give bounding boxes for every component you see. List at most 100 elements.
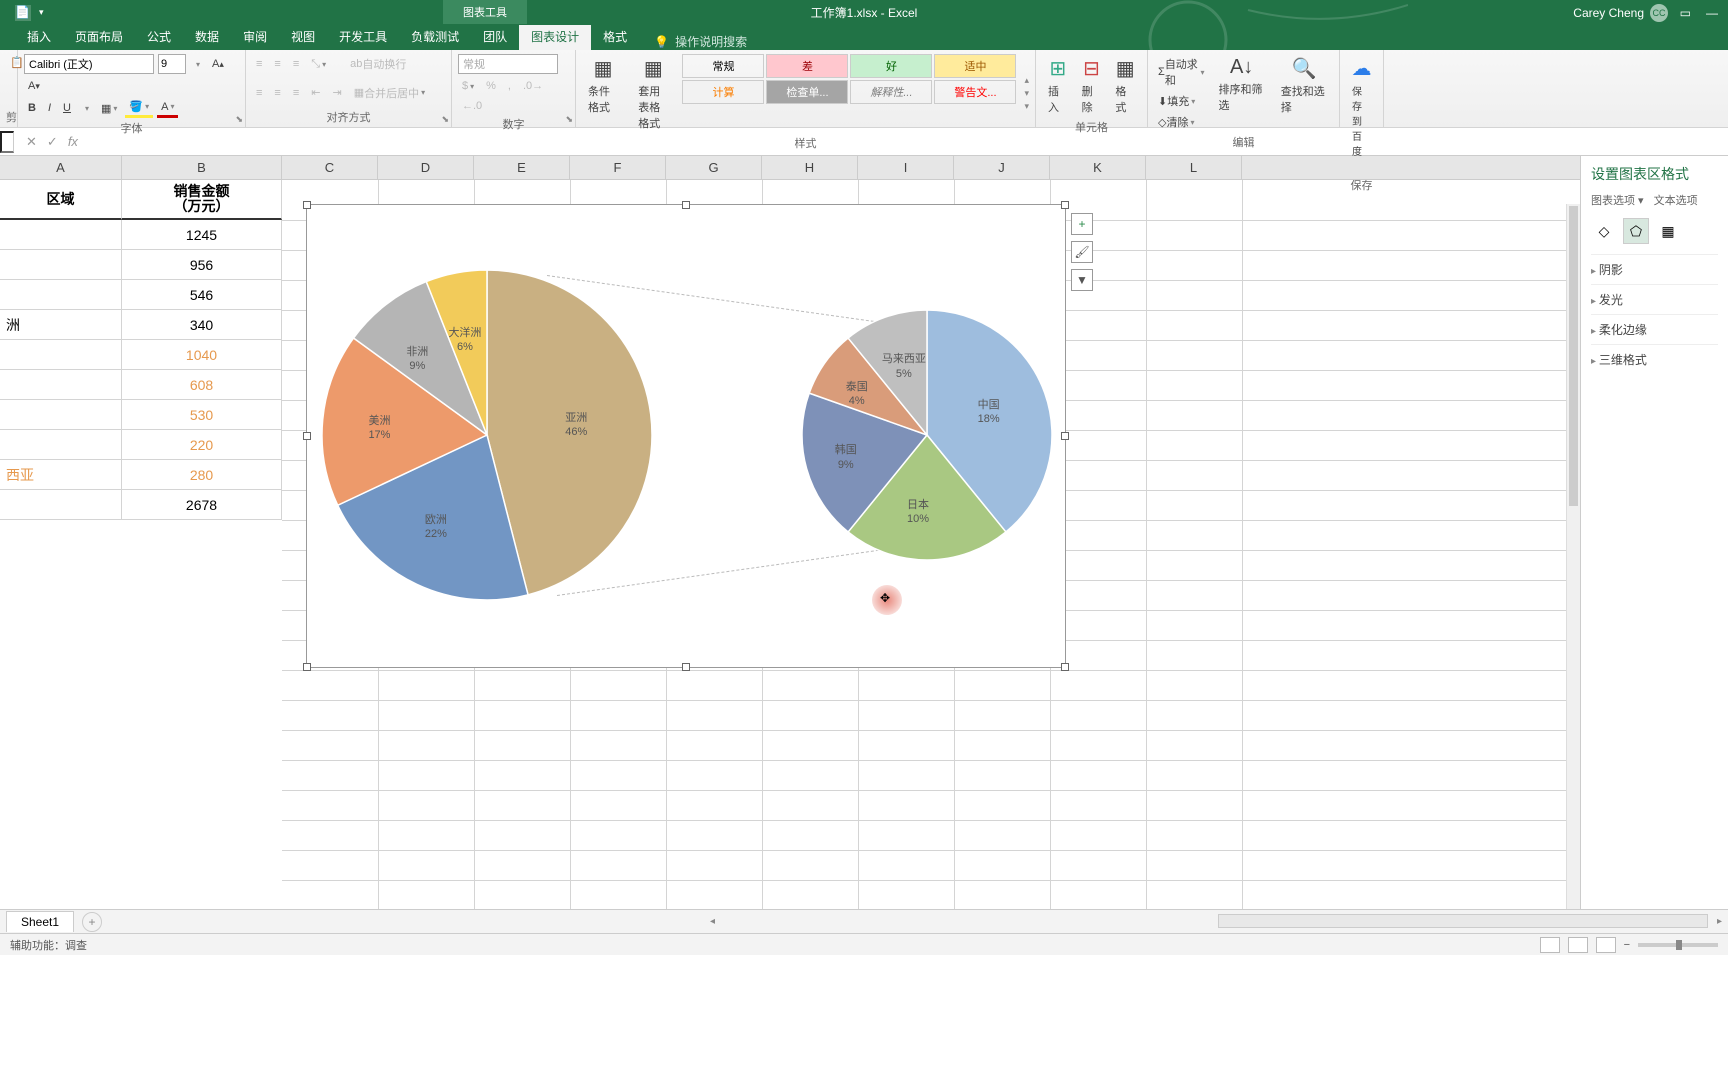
- column-header-G[interactable]: G: [666, 156, 762, 179]
- tab-review[interactable]: 审阅: [231, 23, 279, 50]
- pane-chart-options-tab[interactable]: 图表选项 ▾: [1591, 192, 1644, 208]
- tab-load-test[interactable]: 负载测试: [399, 23, 471, 50]
- pane-section-阴影[interactable]: 阴影: [1591, 254, 1718, 284]
- number-format-select[interactable]: [458, 54, 558, 74]
- normal-view-button[interactable]: [1540, 937, 1560, 953]
- column-header-I[interactable]: I: [858, 156, 954, 179]
- name-box[interactable]: [0, 131, 14, 153]
- underline-dropdown[interactable]: [79, 102, 93, 115]
- column-header-J[interactable]: J: [954, 156, 1050, 179]
- column-header-E[interactable]: E: [474, 156, 570, 179]
- font-color-button[interactable]: A: [157, 99, 178, 118]
- cell-value-1[interactable]: 956: [122, 250, 282, 280]
- cell-region-4[interactable]: [0, 340, 122, 370]
- align-middle-icon[interactable]: ≡: [270, 56, 284, 72]
- page-layout-view-button[interactable]: [1568, 937, 1588, 953]
- qat-dropdown-icon[interactable]: ▾: [39, 7, 44, 18]
- orientation-icon[interactable]: ⤡: [307, 56, 330, 73]
- accounting-format-icon[interactable]: $: [458, 78, 478, 94]
- user-account[interactable]: Carey Cheng CC: [1573, 4, 1668, 22]
- gallery-more-icon[interactable]: ▾: [1024, 101, 1029, 112]
- pane-section-发光[interactable]: 发光: [1591, 284, 1718, 314]
- pane-section-三维格式[interactable]: 三维格式: [1591, 344, 1718, 374]
- gallery-down-icon[interactable]: ▾: [1024, 88, 1029, 99]
- resize-handle-se[interactable]: [1061, 663, 1069, 671]
- font-dialog-launcher[interactable]: ⬊: [235, 114, 243, 125]
- chart-object[interactable]: + 🖌 ▼ ✥ 亚洲46%欧洲22%美洲17%非洲9%大洋洲6%中国18%: [306, 204, 1066, 668]
- format-cells-button[interactable]: ▦格式: [1109, 54, 1141, 117]
- header-region[interactable]: 区域: [0, 180, 122, 220]
- zoom-out-button[interactable]: −: [1624, 939, 1630, 951]
- column-header-K[interactable]: K: [1050, 156, 1146, 179]
- column-header-C[interactable]: C: [282, 156, 378, 179]
- decrease-indent-icon[interactable]: ⇤: [307, 84, 324, 101]
- cell-region-1[interactable]: [0, 250, 122, 280]
- zoom-slider[interactable]: [1638, 943, 1718, 947]
- cell-value-3[interactable]: 340: [122, 310, 282, 340]
- column-header-D[interactable]: D: [378, 156, 474, 179]
- cell-region-7[interactable]: [0, 430, 122, 460]
- font-name-input[interactable]: [24, 54, 154, 74]
- style-good[interactable]: 好: [850, 54, 932, 78]
- resize-handle-s[interactable]: [682, 663, 690, 671]
- resize-handle-e[interactable]: [1061, 432, 1069, 440]
- clear-button[interactable]: ◇ 清除: [1154, 112, 1209, 132]
- tab-team[interactable]: 团队: [471, 23, 519, 50]
- column-header-H[interactable]: H: [762, 156, 858, 179]
- cell-value-4[interactable]: 1040: [122, 340, 282, 370]
- cell-value-0[interactable]: 1245: [122, 220, 282, 250]
- conditional-format-button[interactable]: ▦条件格式: [582, 54, 624, 133]
- horizontal-scrollbar[interactable]: [1218, 914, 1708, 928]
- page-break-view-button[interactable]: [1596, 937, 1616, 953]
- cell-value-7[interactable]: 220: [122, 430, 282, 460]
- wrap-text-button[interactable]: ab 自动换行: [346, 54, 410, 74]
- vscroll-thumb[interactable]: [1569, 206, 1578, 506]
- align-left-icon[interactable]: ≡: [252, 85, 266, 101]
- cell-value-5[interactable]: 608: [122, 370, 282, 400]
- resize-handle-ne[interactable]: [1061, 201, 1069, 209]
- vertical-scrollbar[interactable]: [1566, 204, 1580, 909]
- pane-text-options-tab[interactable]: 文本选项: [1654, 192, 1698, 208]
- align-top-icon[interactable]: ≡: [252, 56, 266, 72]
- autosum-button[interactable]: Σ 自动求和: [1154, 54, 1209, 90]
- style-calc[interactable]: 计算: [682, 80, 764, 104]
- worksheet-area[interactable]: ABCDEFGHIJKL 区域销售金额 （万元）1245956546洲34010…: [0, 156, 1580, 909]
- chart-styles-button[interactable]: 🖌: [1071, 241, 1093, 263]
- tab-insert[interactable]: 插入: [15, 23, 63, 50]
- size-properties-icon[interactable]: ▦: [1655, 218, 1681, 244]
- fill-button[interactable]: ⬇ 填充: [1154, 91, 1209, 111]
- resize-handle-nw[interactable]: [303, 201, 311, 209]
- tab-chart-design[interactable]: 图表设计: [519, 23, 591, 50]
- cell-region-0[interactable]: [0, 220, 122, 250]
- tell-me-search[interactable]: 💡 操作说明搜索: [654, 33, 747, 50]
- increase-font-icon[interactable]: A▴: [208, 56, 228, 72]
- find-select-button[interactable]: 🔍查找和选择: [1275, 54, 1333, 132]
- cell-region-2[interactable]: [0, 280, 122, 310]
- cell-region-9[interactable]: [0, 490, 122, 520]
- gallery-up-icon[interactable]: ▴: [1024, 75, 1029, 86]
- alignment-dialog-launcher[interactable]: ⬊: [441, 114, 449, 125]
- increase-decimal-icon[interactable]: .0→: [519, 78, 547, 94]
- main-pie-chart[interactable]: [307, 255, 667, 615]
- border-button[interactable]: ▦: [97, 100, 121, 117]
- cell-region-6[interactable]: [0, 400, 122, 430]
- decrease-font-icon[interactable]: A▾: [24, 78, 44, 94]
- underline-button[interactable]: U: [59, 100, 75, 116]
- tab-view[interactable]: 视图: [279, 23, 327, 50]
- resize-handle-sw[interactable]: [303, 663, 311, 671]
- tab-format[interactable]: 格式: [591, 23, 639, 50]
- cell-region-3[interactable]: 洲: [0, 310, 122, 340]
- delete-cells-button[interactable]: ⊟删除: [1076, 54, 1108, 117]
- tab-developer[interactable]: 开发工具: [327, 23, 399, 50]
- tab-formulas[interactable]: 公式: [135, 23, 183, 50]
- cell-region-8[interactable]: 西亚: [0, 460, 122, 490]
- style-warn[interactable]: 警告文...: [934, 80, 1016, 104]
- hscroll-right-icon[interactable]: ▸: [1717, 916, 1722, 927]
- chart-filters-button[interactable]: ▼: [1071, 269, 1093, 291]
- cell-value-2[interactable]: 546: [122, 280, 282, 310]
- style-normal[interactable]: 常规: [682, 54, 764, 78]
- cell-value-8[interactable]: 280: [122, 460, 282, 490]
- header-sales[interactable]: 销售金额 （万元）: [122, 180, 282, 220]
- sort-filter-button[interactable]: A↓排序和筛选: [1213, 54, 1271, 132]
- align-center-icon[interactable]: ≡: [270, 85, 284, 101]
